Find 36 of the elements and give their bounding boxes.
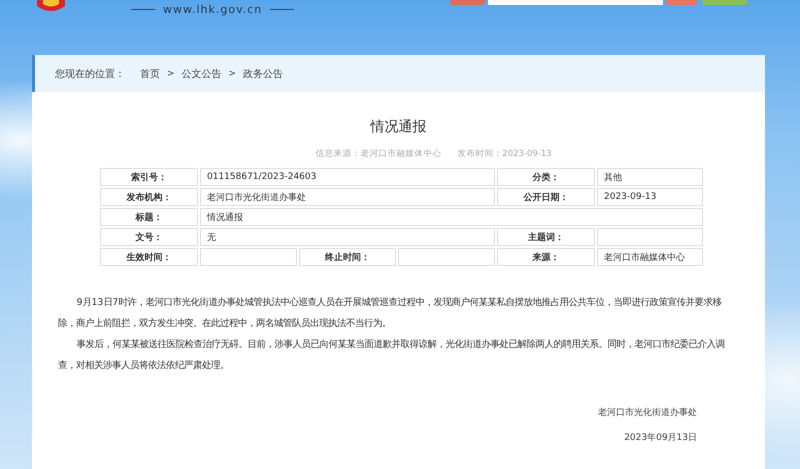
field-label: 文号： <box>100 228 198 246</box>
field-value: 情况通报 <box>200 208 703 226</box>
breadcrumb-link[interactable]: 首页 <box>140 66 160 80</box>
breadcrumb-label: 您现在的位置： <box>55 68 125 80</box>
field-value: 老河口市融媒体中心 <box>597 248 703 266</box>
site-url[interactable]: www.lhk.gov.cn <box>163 3 262 16</box>
article-meta: 发布时间：2023-09-13 <box>457 148 552 160</box>
field-label: 生效时间： <box>100 248 198 266</box>
article-paragraph: 9月13日7时许，老河口市光化街道办事处城管执法中心巡查人员在开展城管巡查过程中，发现商户何某某私自摆放地推占用公共车位，当即进行政策宣传并要求移除，商户上前阻拦，双方发生冲突。在此过程中，两名城管队员出现执法不当行为。 <box>58 296 722 331</box>
header-button[interactable] <box>450 0 485 5</box>
breadcrumb-link[interactable]: 公文公告 <box>182 66 222 80</box>
field-label: 分类： <box>497 168 595 186</box>
field-value: 011158671/2023-24603 <box>200 168 495 186</box>
signature-line: 2023年09月13日 <box>624 432 697 444</box>
field-value: 老河口市光化街道办事处 <box>200 188 495 206</box>
signature-line: 老河口市光化街道办事处 <box>598 406 697 419</box>
field-label: 来源： <box>497 248 595 266</box>
search-field[interactable] <box>488 0 663 5</box>
field-value: 其他 <box>597 168 703 186</box>
field-label: 终止时间： <box>299 248 396 266</box>
emblem-icon <box>35 0 67 14</box>
breadcrumb-separator: > <box>167 68 175 78</box>
article-meta: 信息来源：老河口市融媒体中心 <box>315 148 442 160</box>
search-button[interactable] <box>666 0 697 5</box>
field-value: 2023-09-13 <box>597 188 703 206</box>
field-value: 无 <box>200 228 495 246</box>
field-label: 标题： <box>100 208 198 226</box>
article-paragraph: 事发后，何某某被送往医院检查治疗无碍。目前，涉事人员已向何某某当面道歉并取得谅解，光化街道办事处已解除两人的聘用关系。同时，老河口市纪委已介入调查，对相关涉事人员将依法依纪严肃处理。 <box>58 338 725 373</box>
field-label: 发布机构： <box>100 188 198 206</box>
field-label: 公开日期： <box>497 188 595 206</box>
field-label: 主题词： <box>497 228 595 246</box>
header-button[interactable] <box>702 0 747 5</box>
field-label: 索引号： <box>100 168 198 186</box>
breadcrumb-link[interactable]: 政务公告 <box>243 66 284 80</box>
breadcrumb-separator: > <box>228 68 236 78</box>
article-title: 情况通报 <box>369 118 428 136</box>
